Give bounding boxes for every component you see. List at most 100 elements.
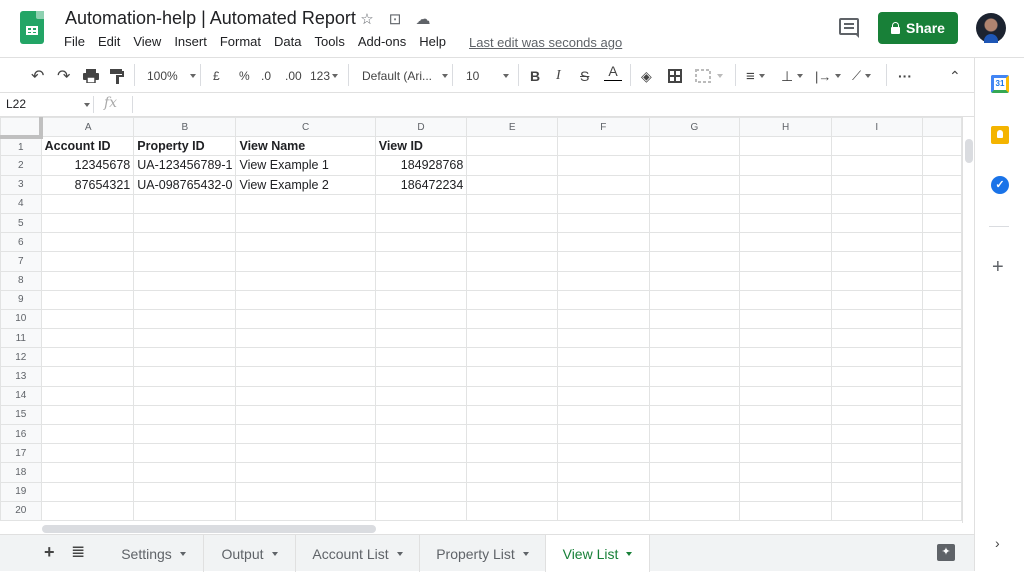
cell[interactable]	[40, 366, 135, 387]
cell[interactable]	[466, 212, 558, 234]
last-edit-link[interactable]: Last edit was seconds ago	[469, 35, 622, 50]
text-rotation-icon[interactable]: ⟋	[852, 67, 872, 85]
cell[interactable]	[739, 174, 832, 195]
horizontal-align-icon[interactable]: ≡	[746, 67, 765, 85]
cell[interactable]	[830, 270, 923, 291]
cell[interactable]	[830, 136, 923, 157]
menu-data[interactable]: Data	[274, 34, 301, 49]
cell[interactable]	[466, 347, 558, 368]
cell[interactable]	[556, 155, 650, 176]
formula-input[interactable]	[140, 97, 960, 113]
cell[interactable]	[466, 404, 558, 426]
cell[interactable]	[235, 270, 376, 291]
cell[interactable]	[235, 481, 376, 502]
redo-icon[interactable]: ↷	[57, 67, 70, 85]
row-header[interactable]: 11	[0, 328, 42, 349]
cell[interactable]	[830, 347, 923, 368]
cell[interactable]: UA-123456789-1	[133, 155, 237, 176]
cell[interactable]	[466, 136, 558, 157]
cell[interactable]	[133, 500, 237, 521]
cell[interactable]	[40, 289, 135, 310]
row-header[interactable]: 8	[0, 270, 42, 291]
row-header[interactable]: 3	[0, 174, 42, 195]
horizontal-scroll-thumb[interactable]	[42, 525, 376, 533]
cell[interactable]	[235, 462, 376, 483]
cell[interactable]	[921, 366, 962, 387]
menu-format[interactable]: Format	[220, 34, 261, 49]
column-header[interactable]: I	[830, 117, 923, 138]
cell[interactable]	[830, 174, 923, 195]
cell[interactable]	[466, 366, 558, 387]
cell[interactable]	[466, 270, 558, 291]
cell[interactable]	[739, 347, 832, 368]
cell[interactable]	[374, 232, 468, 253]
cell[interactable]	[235, 308, 376, 330]
row-header[interactable]: 18	[0, 462, 42, 483]
text-color-button[interactable]: A	[604, 63, 622, 81]
menu-view[interactable]: View	[133, 34, 161, 49]
cell[interactable]	[739, 366, 832, 387]
row-header[interactable]: 1	[0, 136, 42, 157]
currency-format-button[interactable]: £	[213, 67, 220, 85]
cell[interactable]	[133, 385, 237, 406]
cell[interactable]	[830, 366, 923, 387]
cell[interactable]	[235, 251, 376, 272]
cell[interactable]	[830, 462, 923, 483]
cell[interactable]: View Name	[235, 136, 376, 157]
row-header[interactable]: 20	[0, 500, 42, 521]
cell[interactable]	[40, 212, 135, 234]
cell[interactable]	[374, 328, 468, 349]
cell[interactable]	[739, 500, 832, 521]
cell[interactable]	[40, 270, 135, 291]
cell[interactable]	[556, 500, 650, 521]
row-header[interactable]: 14	[0, 385, 42, 406]
chevron-down-icon[interactable]	[84, 103, 90, 107]
cell[interactable]	[133, 289, 237, 310]
cell[interactable]	[133, 212, 237, 234]
cell[interactable]	[374, 500, 468, 521]
tasks-icon[interactable]: ✓	[991, 176, 1009, 194]
cell[interactable]	[556, 289, 650, 310]
cell[interactable]	[40, 328, 135, 349]
cell[interactable]	[466, 500, 558, 521]
italic-button[interactable]: I	[556, 67, 561, 85]
collapse-toolbar-icon[interactable]: ⌃	[949, 67, 961, 85]
expand-side-panel-icon[interactable]: ›	[995, 535, 1000, 551]
cell[interactable]	[556, 174, 650, 195]
explore-icon[interactable]: ✦	[937, 544, 955, 561]
row-header[interactable]: 6	[0, 232, 42, 253]
borders-icon[interactable]	[668, 67, 682, 85]
cell[interactable]	[466, 251, 558, 272]
cell[interactable]	[133, 462, 237, 483]
cell[interactable]	[466, 443, 558, 464]
horizontal-scrollbar[interactable]	[40, 523, 974, 534]
column-header[interactable]: A	[40, 117, 135, 138]
cell[interactable]	[133, 232, 237, 253]
cell[interactable]: Property ID	[133, 136, 237, 157]
percent-format-button[interactable]: %	[239, 67, 250, 85]
cell[interactable]	[556, 481, 650, 502]
add-sheet-button[interactable]: +	[44, 542, 55, 563]
cell[interactable]	[921, 232, 962, 253]
row-header[interactable]: 17	[0, 443, 42, 464]
row-header[interactable]: 19	[0, 481, 42, 502]
cell[interactable]	[556, 212, 650, 234]
zoom-select[interactable]: 100%	[147, 67, 196, 85]
cell[interactable]	[921, 251, 962, 272]
cell[interactable]	[556, 328, 650, 349]
cell[interactable]	[648, 136, 741, 157]
column-header[interactable]: C	[235, 117, 376, 138]
cell[interactable]	[921, 423, 962, 445]
cell[interactable]	[235, 347, 376, 368]
cell[interactable]	[466, 308, 558, 330]
share-button[interactable]: Share	[878, 12, 958, 44]
cell[interactable]	[235, 500, 376, 521]
cell[interactable]	[921, 347, 962, 368]
cell[interactable]	[556, 443, 650, 464]
cell[interactable]	[133, 481, 237, 502]
cell[interactable]	[648, 366, 741, 387]
cell[interactable]	[648, 212, 741, 234]
cell[interactable]	[739, 462, 832, 483]
cell[interactable]	[739, 385, 832, 406]
star-icon[interactable]: ☆	[358, 10, 376, 28]
